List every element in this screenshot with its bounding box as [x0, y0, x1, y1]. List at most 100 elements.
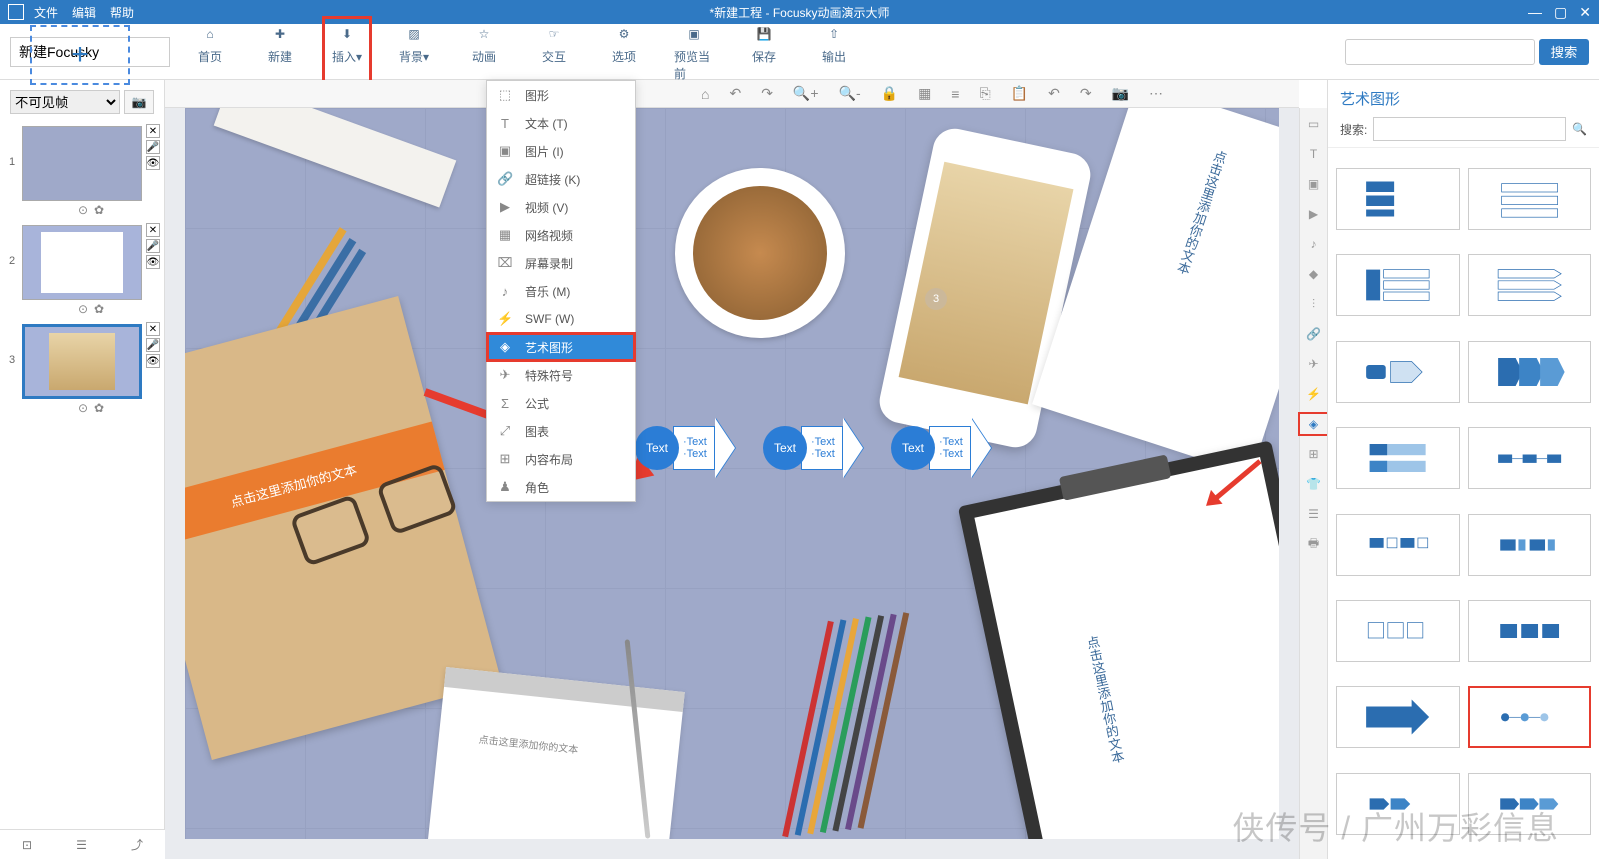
- insert-shape[interactable]: ⬚图形: [487, 81, 635, 109]
- slide-settings-icon[interactable]: ✿: [94, 302, 104, 316]
- slide-eye-icon[interactable]: 👁: [146, 354, 160, 368]
- rail-link-icon[interactable]: 🔗: [1300, 324, 1327, 344]
- rail-printer-icon[interactable]: 🖶: [1300, 534, 1327, 554]
- grid-icon[interactable]: ▦: [918, 85, 931, 102]
- rail-role-icon[interactable]: 👕: [1300, 474, 1327, 494]
- shape-item[interactable]: [1336, 168, 1460, 230]
- shape-item-selected[interactable]: [1468, 686, 1592, 748]
- more-icon[interactable]: ⋯: [1149, 85, 1163, 102]
- insert-screen-record[interactable]: ⌧屏幕录制: [487, 249, 635, 277]
- maximize-button[interactable]: ▢: [1554, 4, 1567, 21]
- slide-play-icon[interactable]: ⊙: [78, 401, 88, 415]
- shape-item[interactable]: [1468, 341, 1592, 403]
- search-icon[interactable]: 🔍: [1572, 122, 1587, 136]
- slide-play-icon[interactable]: ⊙: [78, 302, 88, 316]
- shape-item[interactable]: [1468, 427, 1592, 489]
- slide-item[interactable]: 3 ✕🎤👁: [0, 322, 164, 399]
- zoom-in-icon[interactable]: 🔍+: [793, 85, 819, 102]
- slide-close-icon[interactable]: ✕: [146, 124, 160, 138]
- canvas[interactable]: 3 点击这里添加你的文本 点击这里添加你的文本 点击这里添加你的文本 点击这里添…: [185, 108, 1279, 839]
- insert-text[interactable]: T文本 (T): [487, 109, 635, 137]
- rail-art-shape-icon[interactable]: ◈: [1300, 414, 1327, 434]
- shape-item[interactable]: [1468, 168, 1592, 230]
- close-button[interactable]: ✕: [1579, 4, 1591, 21]
- insert-web-video[interactable]: ▦网络视频: [487, 221, 635, 249]
- redo-icon[interactable]: ↷: [761, 85, 773, 102]
- rail-text-icon[interactable]: T: [1300, 144, 1327, 164]
- snapshot-button[interactable]: 📷: [124, 90, 154, 114]
- insert-hyperlink[interactable]: 🔗超链接 (K): [487, 165, 635, 193]
- slide-close-icon[interactable]: ✕: [146, 223, 160, 237]
- insert-role[interactable]: ♟角色: [487, 473, 635, 501]
- menu-help[interactable]: 帮助: [110, 4, 134, 21]
- toolbar-preview[interactable]: ▣预览当前: [674, 22, 714, 82]
- insert-video[interactable]: ▶视频 (V): [487, 193, 635, 221]
- slide-mic-icon[interactable]: 🎤: [146, 338, 160, 352]
- bottom-tool-3[interactable]: ⤴: [131, 836, 143, 853]
- shape-item[interactable]: [1336, 427, 1460, 489]
- toolbar-options[interactable]: ⚙选项: [604, 22, 644, 82]
- bottom-tool-2[interactable]: ☰: [76, 838, 87, 852]
- frame-visibility-select[interactable]: 不可见帧: [10, 90, 120, 114]
- copy-icon[interactable]: ⎘: [979, 85, 990, 102]
- rail-video-icon[interactable]: ▶: [1300, 204, 1327, 224]
- shape-item[interactable]: [1336, 514, 1460, 576]
- rail-layers-icon[interactable]: ☰: [1300, 504, 1327, 524]
- insert-special-char[interactable]: ✈特殊符号: [487, 361, 635, 389]
- toolbar-interaction[interactable]: ☞交互: [534, 22, 574, 82]
- toolbar-background[interactable]: ▨背景▾: [394, 22, 434, 82]
- coffee-object[interactable]: [675, 168, 845, 338]
- shape-item[interactable]: [1468, 600, 1592, 662]
- align-icon[interactable]: ≡: [951, 86, 959, 102]
- flow-diagram[interactable]: Text·Text·Text Text·Text·Text Text·Text·…: [635, 418, 989, 478]
- bottom-tool-1[interactable]: ⊡: [22, 838, 32, 852]
- rail-music-icon[interactable]: ♪: [1300, 234, 1327, 254]
- shape-item[interactable]: [1336, 686, 1460, 748]
- insert-art-shape[interactable]: ◈艺术图形: [487, 333, 635, 361]
- shape-item[interactable]: [1336, 773, 1460, 835]
- shape-item[interactable]: [1468, 514, 1592, 576]
- shape-item[interactable]: [1468, 254, 1592, 316]
- forward-icon[interactable]: ↷: [1080, 85, 1092, 102]
- toolbar-home[interactable]: ⌂首页: [190, 22, 230, 82]
- slide-eye-icon[interactable]: 👁: [146, 156, 160, 170]
- rail-swf-icon[interactable]: ⚡: [1300, 384, 1327, 404]
- shape-item[interactable]: [1336, 600, 1460, 662]
- insert-layout[interactable]: ⊞内容布局: [487, 445, 635, 473]
- toolbar-insert[interactable]: ⬇插入▾: [322, 16, 372, 88]
- toolbar-animation[interactable]: ☆动画: [464, 22, 504, 82]
- insert-music[interactable]: ♪音乐 (M): [487, 277, 635, 305]
- menu-edit[interactable]: 编辑: [72, 4, 96, 21]
- paste-icon[interactable]: 📋: [1011, 85, 1028, 102]
- slide-settings-icon[interactable]: ✿: [94, 203, 104, 217]
- menu-file[interactable]: 文件: [34, 4, 58, 21]
- insert-formula[interactable]: Σ公式: [487, 389, 635, 417]
- minimize-button[interactable]: —: [1528, 4, 1542, 21]
- slide-mic-icon[interactable]: 🎤: [146, 239, 160, 253]
- undo-icon[interactable]: ↶: [729, 85, 741, 102]
- camera-icon[interactable]: 📷: [1112, 85, 1129, 102]
- insert-chart[interactable]: ⤢图表: [487, 417, 635, 445]
- rail-shape-icon[interactable]: ◆: [1300, 264, 1327, 284]
- insert-image[interactable]: ▣图片 (I): [487, 137, 635, 165]
- search-input[interactable]: [1345, 39, 1535, 65]
- insert-swf[interactable]: ⚡SWF (W): [487, 305, 635, 333]
- zoom-out-icon[interactable]: 🔍-: [839, 85, 861, 102]
- toolbar-output[interactable]: ⇧输出: [814, 22, 854, 82]
- rail-chart-icon[interactable]: ⫶: [1300, 294, 1327, 314]
- rail-symbol-icon[interactable]: ✈: [1300, 354, 1327, 374]
- rail-frame-icon[interactable]: ▭: [1300, 114, 1327, 134]
- slide-play-icon[interactable]: ⊙: [78, 203, 88, 217]
- back-icon[interactable]: ↶: [1048, 85, 1060, 102]
- canvas-home-icon[interactable]: ⌂: [701, 86, 709, 102]
- rail-layout-icon[interactable]: ⊞: [1300, 444, 1327, 464]
- search-button[interactable]: 搜索: [1539, 39, 1589, 65]
- slide-item[interactable]: 1 ✕🎤👁: [0, 124, 164, 201]
- lock-icon[interactable]: 🔒: [881, 85, 898, 102]
- toolbar-save[interactable]: 💾保存: [744, 22, 784, 82]
- slide-close-icon[interactable]: ✕: [146, 322, 160, 336]
- slide-settings-icon[interactable]: ✿: [94, 401, 104, 415]
- add-slide-button[interactable]: +: [30, 25, 130, 85]
- shape-item[interactable]: [1336, 254, 1460, 316]
- rail-image-icon[interactable]: ▣: [1300, 174, 1327, 194]
